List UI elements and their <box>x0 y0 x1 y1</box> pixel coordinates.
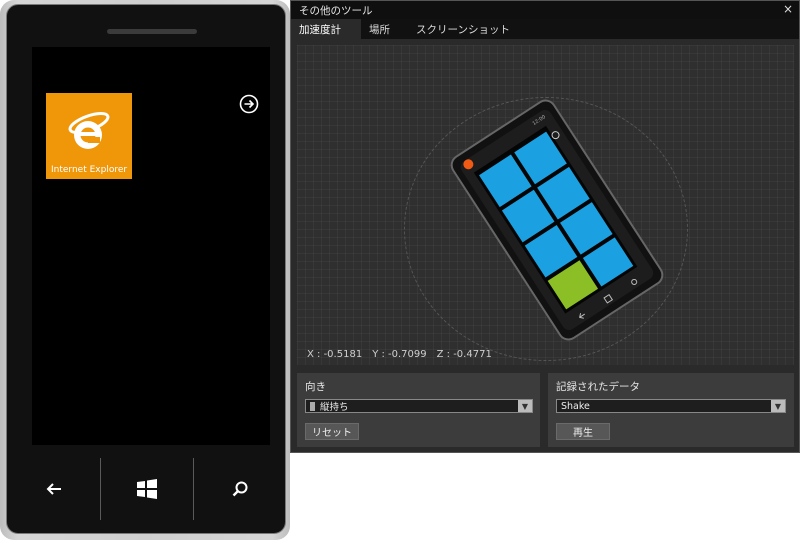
back-arrow-icon <box>46 483 61 495</box>
window-title: その他のツール <box>299 4 373 17</box>
play-button[interactable]: 再生 <box>556 423 610 440</box>
portrait-icon <box>310 401 315 411</box>
tile-label: Internet Explorer <box>51 165 128 175</box>
recorded-data-label: 記録されたデータ <box>556 381 640 393</box>
recorded-data-selected: Shake <box>561 400 590 412</box>
internet-explorer-tile[interactable]: Internet Explorer <box>46 93 132 179</box>
chevron-down-icon: ▼ <box>518 400 532 412</box>
windows-logo-icon <box>137 479 157 499</box>
arrow-right-circle-icon[interactable] <box>239 94 259 114</box>
tab-location[interactable]: 場所 <box>361 19 408 39</box>
z-value: Z : -0.4771 <box>436 349 492 360</box>
reset-button[interactable]: リセット <box>305 423 359 440</box>
orientation-panel: 向き 縦持ち ▼ リセット <box>297 373 540 447</box>
back-button[interactable] <box>8 458 101 520</box>
phone-3d-model[interactable]: 12:00 <box>297 45 794 365</box>
accelerometer-canvas[interactable]: 12:00 X : -0.5181 Y : -0.7099 Z : -0.477… <box>297 45 794 365</box>
accelerometer-readout: X : -0.5181 Y : -0.7099 Z : -0.4771 <box>307 349 492 360</box>
phone-body: Internet Explorer <box>6 4 286 534</box>
y-value: Y : -0.7099 <box>372 349 427 360</box>
orientation-dropdown[interactable]: 縦持ち ▼ <box>305 399 533 413</box>
close-button[interactable]: × <box>783 2 793 16</box>
phone-emulator: Internet Explorer <box>0 0 290 540</box>
recorded-data-panel: 記録されたデータ Shake ▼ 再生 <box>548 373 794 447</box>
orientation-label: 向き <box>305 381 326 393</box>
x-value: X : -0.5181 <box>307 349 363 360</box>
hardware-buttons <box>8 458 286 520</box>
phone-screen: Internet Explorer <box>32 47 270 445</box>
additional-tools-window: その他のツール × 加速度計 場所 スクリーンショット 12:00 X: -0… <box>290 0 800 453</box>
start-button[interactable] <box>101 458 194 520</box>
tab-screenshot[interactable]: スクリーンショット <box>408 19 528 39</box>
internet-explorer-icon <box>68 112 110 149</box>
tab-accelerometer[interactable]: 加速度計 <box>291 19 361 39</box>
search-icon <box>232 481 248 497</box>
phone-speaker <box>107 29 197 34</box>
chevron-down-icon: ▼ <box>771 400 785 412</box>
title-bar: その他のツール × <box>291 1 799 19</box>
tab-bar: 加速度計 場所 スクリーンショット <box>291 19 799 39</box>
orientation-selected: 縦持ち <box>320 402 349 413</box>
recorded-data-dropdown[interactable]: Shake ▼ <box>556 399 786 413</box>
search-button[interactable] <box>194 458 286 520</box>
